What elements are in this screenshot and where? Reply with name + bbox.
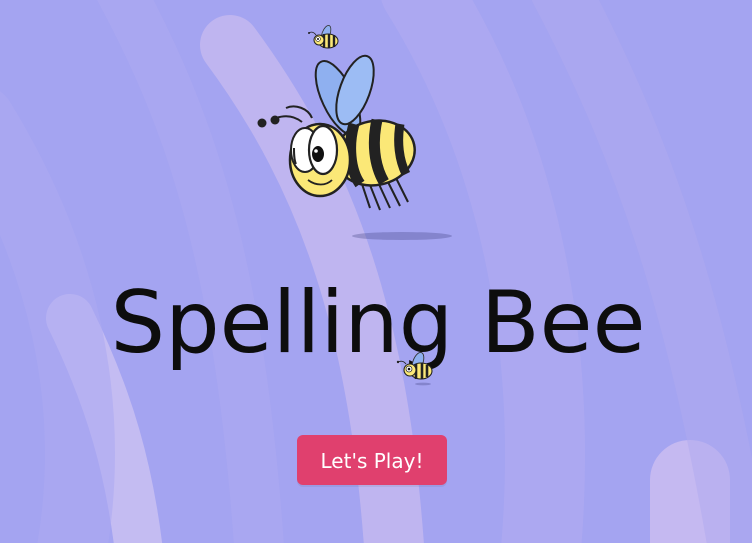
lets-play-button[interactable]: Let's Play! [297, 435, 447, 485]
bee-icon [257, 54, 452, 240]
game-title: Spelling Bee [110, 273, 646, 373]
bee-icon [396, 351, 433, 386]
